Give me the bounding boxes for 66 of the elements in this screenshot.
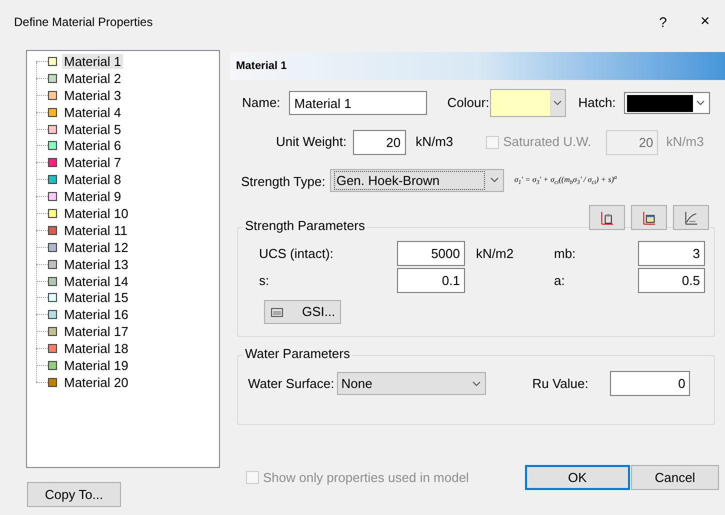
- tree-item[interactable]: Material 8: [62, 172, 124, 188]
- water-surface-label: Water Surface:: [248, 374, 334, 393]
- unit-label: kN/m2: [476, 244, 515, 263]
- unit-label: kN/m3: [666, 133, 704, 152]
- a-field[interactable]: 0.5: [638, 268, 705, 293]
- hatch-dropdown[interactable]: [624, 92, 710, 114]
- unit-weight-label: Unit Weight:: [276, 133, 347, 152]
- chevron-down-icon: [553, 100, 562, 106]
- tree-item[interactable]: Material 20: [62, 374, 130, 390]
- dialog-button[interactable]: Cancel: [630, 465, 719, 490]
- water-surface-dropdown[interactable]: None: [337, 372, 486, 395]
- hatch-label: Hatch:: [578, 94, 616, 112]
- show-only-label: Show only properties used in model: [263, 468, 469, 487]
- envelope-plot-icon: [684, 210, 698, 224]
- tree-item[interactable]: Material 17: [62, 324, 130, 340]
- chart-table-button[interactable]: [631, 205, 667, 230]
- tree-item[interactable]: Material 2: [62, 70, 124, 86]
- tree-item[interactable]: Material 3: [62, 88, 124, 103]
- chevron-down-icon: [696, 100, 706, 106]
- tree-item[interactable]: Material 9: [62, 189, 124, 204]
- material-heading: Material 1: [236, 58, 287, 74]
- tree-item[interactable]: Material 1: [62, 54, 124, 69]
- colour-label: Colour:: [447, 94, 490, 112]
- window-title: Define Material Properties: [14, 14, 153, 31]
- saturated-label: Saturated U.W.: [503, 133, 592, 152]
- tree-item[interactable]: Material 6: [62, 138, 124, 154]
- ru-label: Ru Value:: [532, 374, 588, 393]
- unit-label: kN/m3: [416, 133, 454, 152]
- tree-item[interactable]: Material 15: [62, 290, 130, 306]
- formula: σ$_{1}$' = σ$_{3}$' + σ$_{ci}$((m$_{b}$σ$_{3}$' / σ$_{ci}$) + s)$^{a}$: [514, 174, 617, 186]
- tree-item[interactable]: Material 16: [62, 307, 130, 322]
- gsi-button[interactable]: GSI...: [264, 300, 341, 324]
- tree-item[interactable]: Material 13: [62, 256, 130, 272]
- name-field[interactable]: Material 1: [289, 91, 428, 115]
- copy-to-button[interactable]: Copy To...: [27, 482, 121, 507]
- ucs-field[interactable]: 5000: [397, 241, 465, 266]
- tree-item[interactable]: Material 19: [62, 358, 130, 373]
- s-field[interactable]: 0.1: [397, 268, 465, 293]
- envelope-plot-button[interactable]: [673, 205, 709, 230]
- chart-table-icon: [642, 210, 656, 224]
- close-button[interactable]: ×: [695, 10, 715, 34]
- tree-item[interactable]: Material 10: [62, 206, 130, 221]
- chevron-down-icon: [490, 177, 499, 183]
- tree-item[interactable]: Material 12: [62, 240, 130, 255]
- chart-icon-button[interactable]: [589, 205, 625, 230]
- tree-item[interactable]: Material 7: [62, 155, 124, 170]
- mb-label: mb:: [554, 244, 577, 263]
- s-label: s:: [259, 272, 270, 290]
- tree-item[interactable]: Material 14: [62, 274, 130, 289]
- tree-item[interactable]: Material 11: [62, 222, 130, 238]
- strength-type-label: Strength Type:: [241, 173, 326, 192]
- chevron-down-icon: [472, 380, 481, 386]
- chart-cylinder-icon: [600, 210, 614, 224]
- ucs-label: UCS (intact):: [259, 244, 334, 263]
- a-label: a:: [554, 272, 566, 290]
- tree-item[interactable]: Material 5: [62, 122, 124, 136]
- tree-item[interactable]: Material 18: [62, 341, 130, 356]
- tree-item[interactable]: Material 4: [62, 104, 124, 120]
- unit-weight-field[interactable]: 20: [352, 130, 406, 154]
- dialog-button[interactable]: OK: [524, 465, 630, 490]
- strength-type-dropdown[interactable]: Gen. Hoek-Brown: [330, 168, 504, 192]
- table-icon: [271, 308, 283, 316]
- ru-field[interactable]: 0: [610, 371, 690, 396]
- help-button[interactable]: ?: [653, 12, 673, 32]
- mb-field[interactable]: 3: [638, 241, 705, 266]
- name-label: Name:: [242, 94, 280, 112]
